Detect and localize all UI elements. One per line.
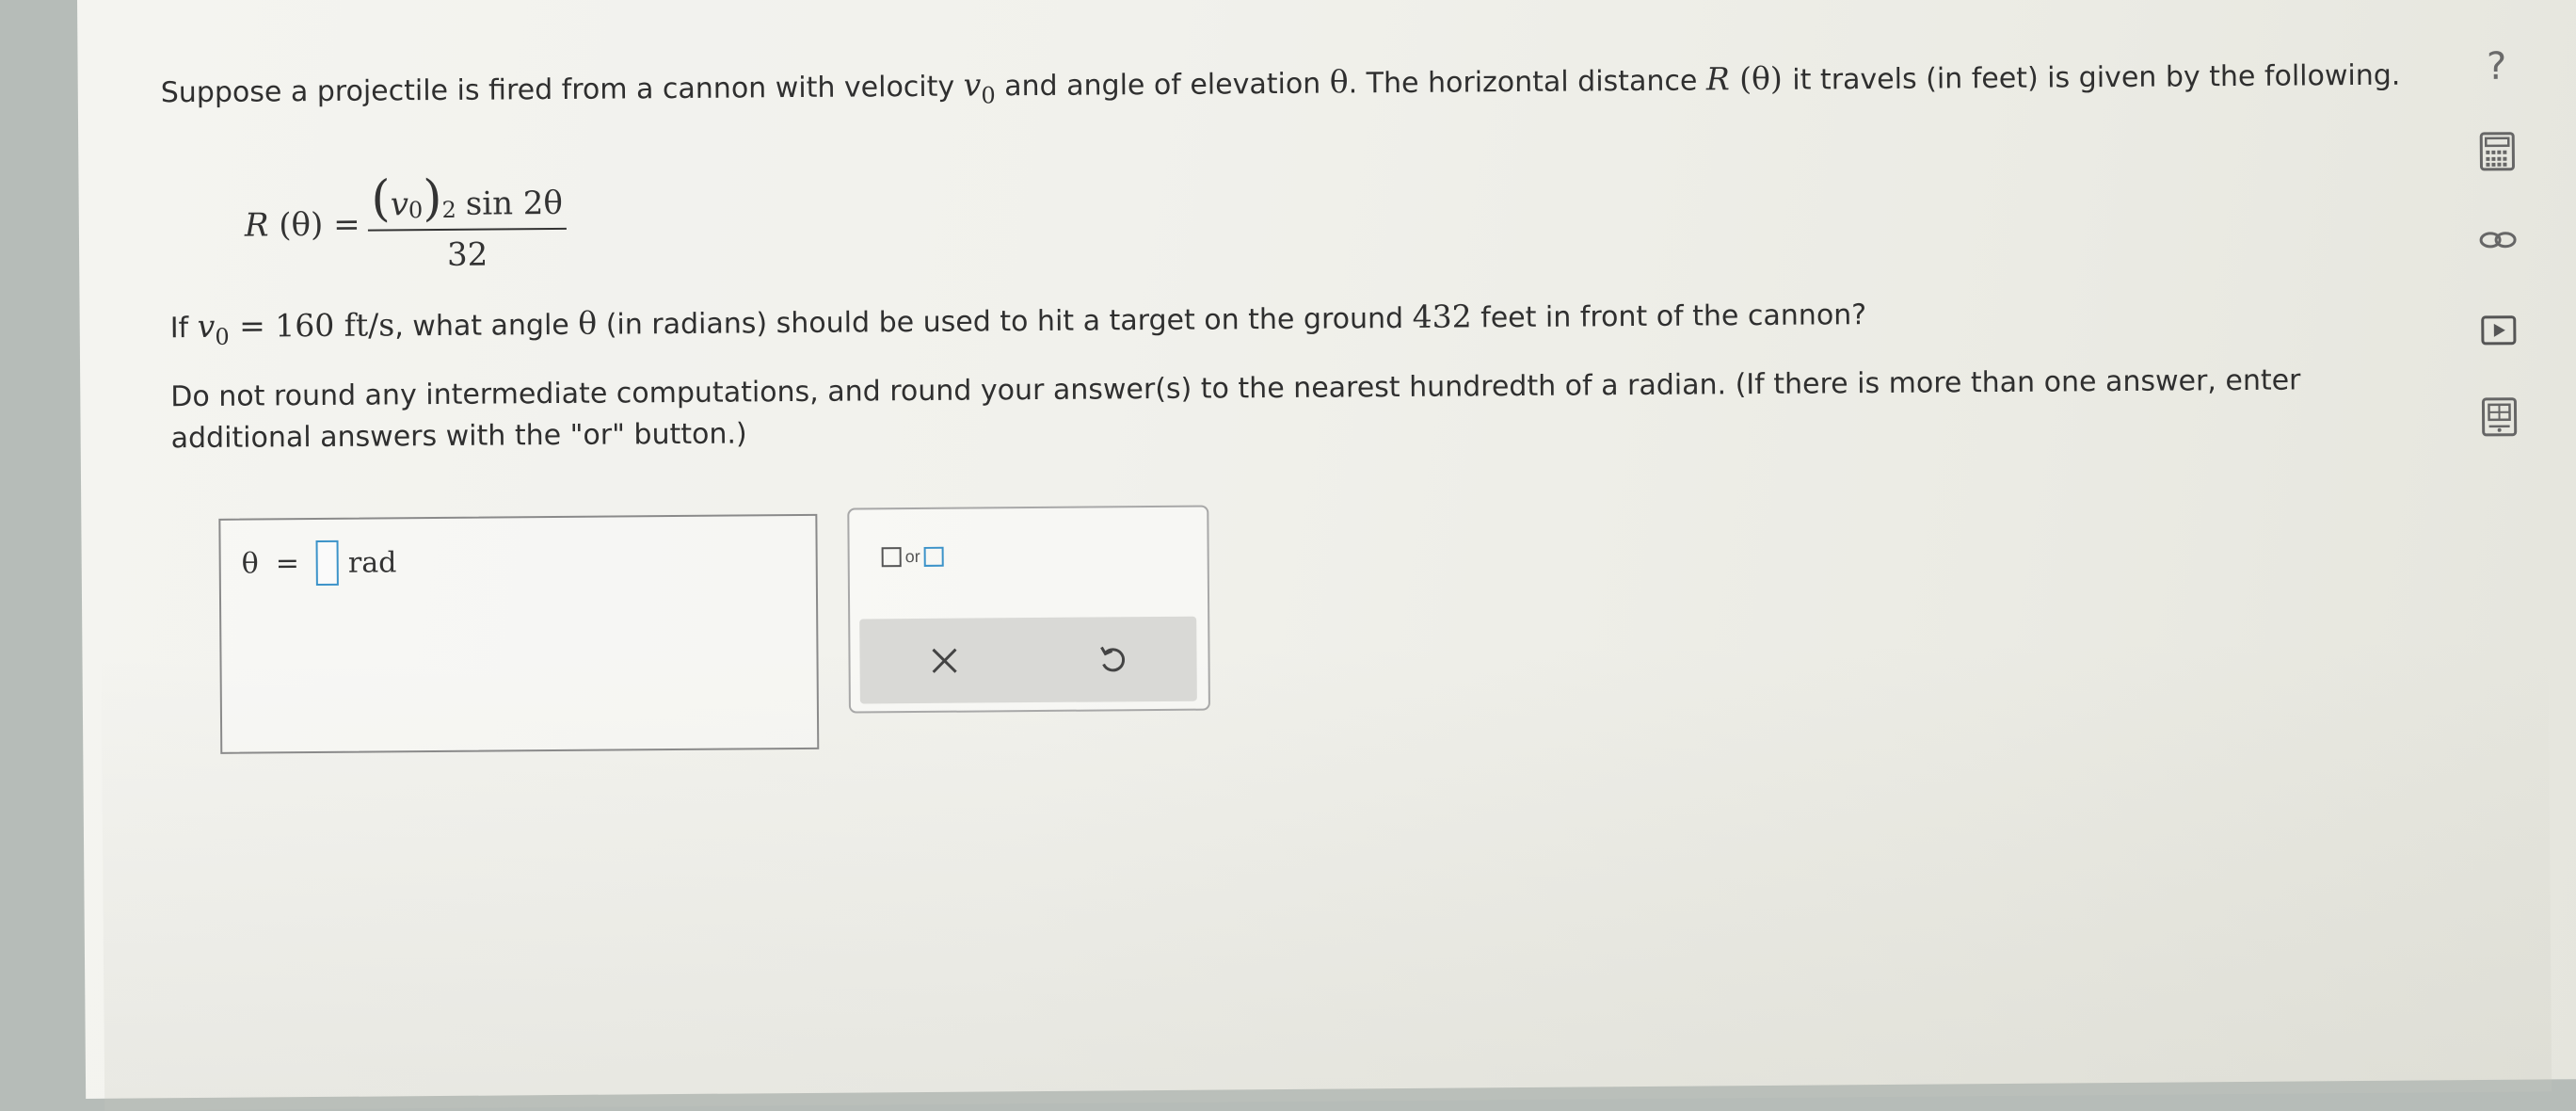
math-tool-panel: or bbox=[847, 506, 1210, 714]
answer-unit: rad bbox=[348, 546, 397, 579]
calculator-icon bbox=[2479, 132, 2515, 171]
problem-intro: Suppose a projectile is fired from a can… bbox=[161, 54, 2401, 123]
velocity-symbol: v0 bbox=[964, 66, 996, 103]
table-button[interactable] bbox=[2466, 384, 2533, 451]
help-button[interactable]: ? bbox=[2463, 34, 2530, 101]
or-box-right bbox=[924, 547, 944, 567]
paren-open: ( bbox=[371, 174, 391, 223]
question-theta: θ bbox=[578, 305, 597, 342]
v-subscript: 0 bbox=[981, 82, 996, 108]
video-icon bbox=[2481, 315, 2517, 346]
clear-button[interactable] bbox=[921, 638, 967, 684]
intro-text-b: and angle of elevation bbox=[996, 68, 1330, 104]
formula-v-subscript: 0 bbox=[408, 197, 424, 223]
formula-numerator: (v0)2 sin 2θ bbox=[367, 173, 567, 230]
or-label: or bbox=[905, 547, 920, 567]
formula-exponent: 2 bbox=[441, 197, 456, 223]
question-text-b: , what angle bbox=[394, 309, 578, 344]
problem-content: Suppose a projectile is fired from a can… bbox=[161, 53, 2439, 71]
formula-r: R bbox=[245, 206, 269, 244]
action-bar bbox=[859, 617, 1197, 704]
right-toolbar: ? bbox=[2463, 34, 2529, 35]
question-text-d: feet in front of the cannon? bbox=[1472, 298, 1867, 334]
or-button[interactable]: or bbox=[878, 547, 948, 568]
or-box-left bbox=[882, 547, 902, 567]
help-icon: ? bbox=[2487, 45, 2507, 89]
question-v-letter: v bbox=[198, 308, 216, 345]
calculator-button[interactable] bbox=[2464, 119, 2531, 185]
question-v: v0 bbox=[198, 308, 230, 345]
question-text-a: If bbox=[170, 312, 198, 345]
range-formula: R (θ) = (v0)2 sin 2θ 32 bbox=[244, 162, 567, 287]
question-text-c: (in radians) should be used to hit a tar… bbox=[597, 302, 1413, 342]
formula-v: v bbox=[391, 185, 409, 223]
link-icon bbox=[2478, 230, 2518, 250]
rounding-instructions: Do not round any intermediate computatio… bbox=[170, 360, 2383, 459]
screen: Suppose a projectile is fired from a can… bbox=[77, 0, 2576, 1099]
v-letter: v bbox=[964, 66, 982, 103]
formula-denominator: 32 bbox=[368, 228, 568, 275]
table-icon bbox=[2481, 397, 2517, 437]
intro-text-c: . The horizontal distance bbox=[1349, 64, 1706, 100]
formula-sine: sin 2θ bbox=[466, 185, 563, 223]
formula-lhs: R (θ) = bbox=[245, 206, 360, 245]
question-velocity-value: = 160 ft/s bbox=[229, 306, 394, 344]
x-icon bbox=[930, 647, 958, 675]
intro-text-d: it travels (in feet) is given by the fol… bbox=[1792, 59, 2400, 97]
r-argument: (θ) bbox=[1730, 60, 1793, 98]
answer-row: θ = rad bbox=[242, 539, 397, 586]
theta-symbol: θ bbox=[1330, 63, 1349, 100]
formula-lhs-rest: (θ) = bbox=[268, 206, 360, 245]
paren-close: ) bbox=[423, 174, 442, 223]
undo-button[interactable] bbox=[1090, 636, 1135, 682]
intro-text-a: Suppose a projectile is fired from a can… bbox=[161, 71, 964, 110]
answer-input[interactable] bbox=[316, 540, 339, 586]
problem-question: If v0 = 160 ft/s, what angle θ (in radia… bbox=[170, 293, 1867, 358]
question-distance: 432 bbox=[1412, 298, 1471, 334]
answer-box: θ = rad bbox=[218, 514, 819, 754]
question-v-subscript: 0 bbox=[215, 324, 230, 350]
video-button[interactable] bbox=[2466, 298, 2533, 364]
answer-variable: θ bbox=[242, 547, 259, 580]
undo-icon bbox=[1096, 643, 1128, 675]
answer-equals: = bbox=[276, 547, 299, 580]
r-symbol: R bbox=[1706, 60, 1730, 97]
formula-fraction: (v0)2 sin 2θ 32 bbox=[367, 173, 567, 275]
link-button[interactable] bbox=[2465, 207, 2532, 274]
